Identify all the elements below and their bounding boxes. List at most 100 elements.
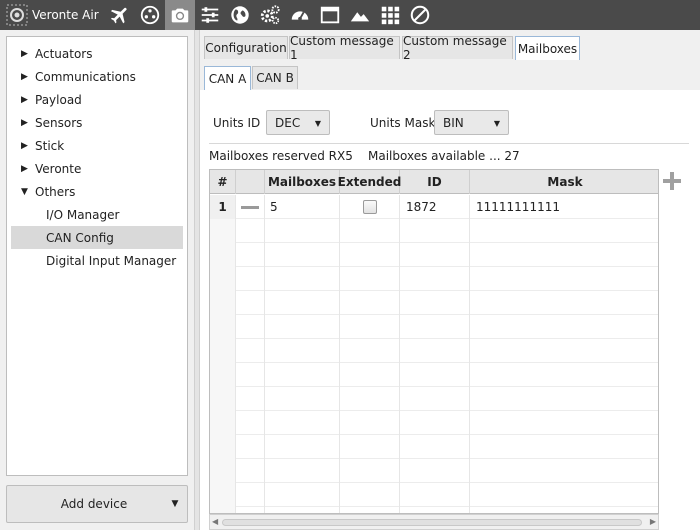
column-header-mailboxes[interactable]: Mailboxes (265, 170, 340, 194)
scroll-left-icon[interactable]: ◀ (212, 517, 218, 526)
empty-cell (265, 267, 340, 291)
gauge-icon[interactable] (285, 0, 315, 30)
empty-table-row (210, 243, 658, 267)
tab-custom-message-2[interactable]: Custom message 2 (402, 34, 513, 62)
tab-label: CAN A (208, 71, 247, 86)
column-header-extended[interactable]: Extended (338, 170, 401, 194)
empty-cell (210, 435, 236, 459)
no-entry-icon[interactable] (405, 0, 435, 30)
units-id-select[interactable]: DEC ▼ (266, 110, 330, 135)
empty-cell (210, 243, 236, 267)
empty-cell (340, 243, 400, 267)
empty-table-row (210, 363, 658, 387)
empty-cell (400, 507, 470, 513)
extended-checkbox[interactable] (362, 200, 377, 214)
empty-cell (340, 459, 400, 483)
empty-cell (400, 219, 470, 243)
window-icon[interactable] (315, 0, 345, 30)
empty-cell (470, 291, 658, 315)
tab-can-a[interactable]: CAN A (204, 66, 251, 90)
empty-cell (265, 435, 340, 459)
tree-item-actuators[interactable]: ▶ Actuators (7, 42, 187, 65)
scrollbar-thumb[interactable] (222, 519, 642, 526)
column-header-number[interactable]: # (210, 170, 236, 194)
column-header-handle[interactable] (236, 170, 265, 194)
tree-item-others[interactable]: ▼ Others (7, 180, 187, 203)
units-mask-value: BIN (443, 115, 464, 130)
tree-item-stick[interactable]: ▶ Stick (7, 134, 187, 157)
units-id-value: DEC (275, 115, 301, 130)
joystick-icon[interactable] (135, 0, 165, 30)
tree-item-communications[interactable]: ▶ Communications (7, 65, 187, 88)
mailboxes-cell[interactable]: 5 (265, 195, 340, 219)
gears-icon[interactable] (255, 0, 285, 30)
sliders-icon[interactable] (195, 0, 225, 30)
dropdown-arrow-icon: ▼ (493, 119, 500, 128)
row-drag-handle[interactable] (236, 195, 265, 219)
tab-configuration[interactable]: Configuration (204, 36, 288, 59)
empty-cell (400, 459, 470, 483)
tab-mailboxes[interactable]: Mailboxes (515, 36, 580, 60)
empty-cell (400, 411, 470, 435)
table-row[interactable]: 1 5 1872 11111111111 (210, 195, 658, 219)
empty-table-row (210, 507, 658, 513)
empty-cell (340, 507, 400, 513)
units-mask-select[interactable]: BIN ▼ (434, 110, 509, 135)
collapse-arrow-icon[interactable]: ▼ (21, 187, 31, 197)
tree-item-label: CAN Config (46, 230, 114, 245)
empty-cell (265, 243, 340, 267)
expand-arrow-icon[interactable]: ▶ (21, 164, 31, 174)
empty-table-row (210, 387, 658, 411)
scroll-right-icon[interactable]: ▶ (650, 517, 656, 526)
empty-cell (400, 483, 470, 507)
airplane-icon[interactable] (105, 0, 135, 30)
empty-cell (470, 219, 658, 243)
horizontal-scrollbar[interactable]: ◀ ▶ (209, 514, 659, 530)
plus-icon (663, 172, 681, 190)
remove-row-icon[interactable] (241, 205, 259, 209)
expand-arrow-icon[interactable]: ▶ (21, 95, 31, 105)
app-title[interactable]: Veronte Air (0, 0, 99, 30)
tab-custom-message-1[interactable]: Custom message 1 (289, 34, 400, 62)
mailboxes-table: # Mailboxes Extended ID Mask 1 5 1872 11… (209, 169, 659, 514)
empty-cell (265, 387, 340, 411)
mailboxes-reserved-text: Mailboxes reserved RX5 (209, 149, 353, 163)
tab-label: Custom message 1 (290, 34, 394, 62)
tree-item-sensors[interactable]: ▶ Sensors (7, 111, 187, 134)
column-header-mask[interactable]: Mask (470, 170, 658, 194)
tree-item-digital-input-manager[interactable]: Digital Input Manager (7, 249, 187, 272)
id-cell[interactable]: 1872 (400, 195, 470, 219)
empty-cell (470, 339, 658, 363)
veronte-logo-icon (6, 4, 28, 26)
mask-cell[interactable]: 11111111111 (470, 195, 658, 219)
dropdown-arrow-icon[interactable]: ▼ (163, 499, 187, 509)
tree-item-io-manager[interactable]: I/O Manager (7, 203, 187, 226)
tree-item-can-config[interactable]: CAN Config (11, 226, 183, 249)
row-number: 1 (210, 195, 236, 219)
globe-icon[interactable] (225, 0, 255, 30)
empty-cell (236, 315, 265, 339)
tab-can-b[interactable]: CAN B (252, 66, 298, 89)
empty-cell (400, 243, 470, 267)
expand-arrow-icon[interactable]: ▶ (21, 118, 31, 128)
column-header-id[interactable]: ID (400, 170, 470, 194)
empty-cell (340, 411, 400, 435)
camera-icon[interactable] (164, 0, 195, 30)
tree-item-label: Others (35, 184, 76, 199)
empty-cell (340, 339, 400, 363)
empty-cell (470, 363, 658, 387)
units-id-label: Units ID (213, 116, 261, 130)
tree-item-veronte[interactable]: ▶ Veronte (7, 157, 187, 180)
expand-arrow-icon[interactable]: ▶ (21, 141, 31, 151)
sub-tabbar: CAN A CAN B (200, 60, 700, 90)
main-tabbar: Configuration Custom message 1 Custom me… (200, 30, 700, 62)
expand-arrow-icon[interactable]: ▶ (21, 72, 31, 82)
empty-cell (340, 363, 400, 387)
expand-arrow-icon[interactable]: ▶ (21, 49, 31, 59)
grid-icon[interactable] (375, 0, 405, 30)
tree-item-payload[interactable]: ▶ Payload (7, 88, 187, 111)
add-row-button[interactable] (661, 170, 683, 192)
add-device-button[interactable]: Add device ▼ (6, 485, 188, 523)
empty-cell (340, 291, 400, 315)
terrain-icon[interactable] (345, 0, 375, 30)
